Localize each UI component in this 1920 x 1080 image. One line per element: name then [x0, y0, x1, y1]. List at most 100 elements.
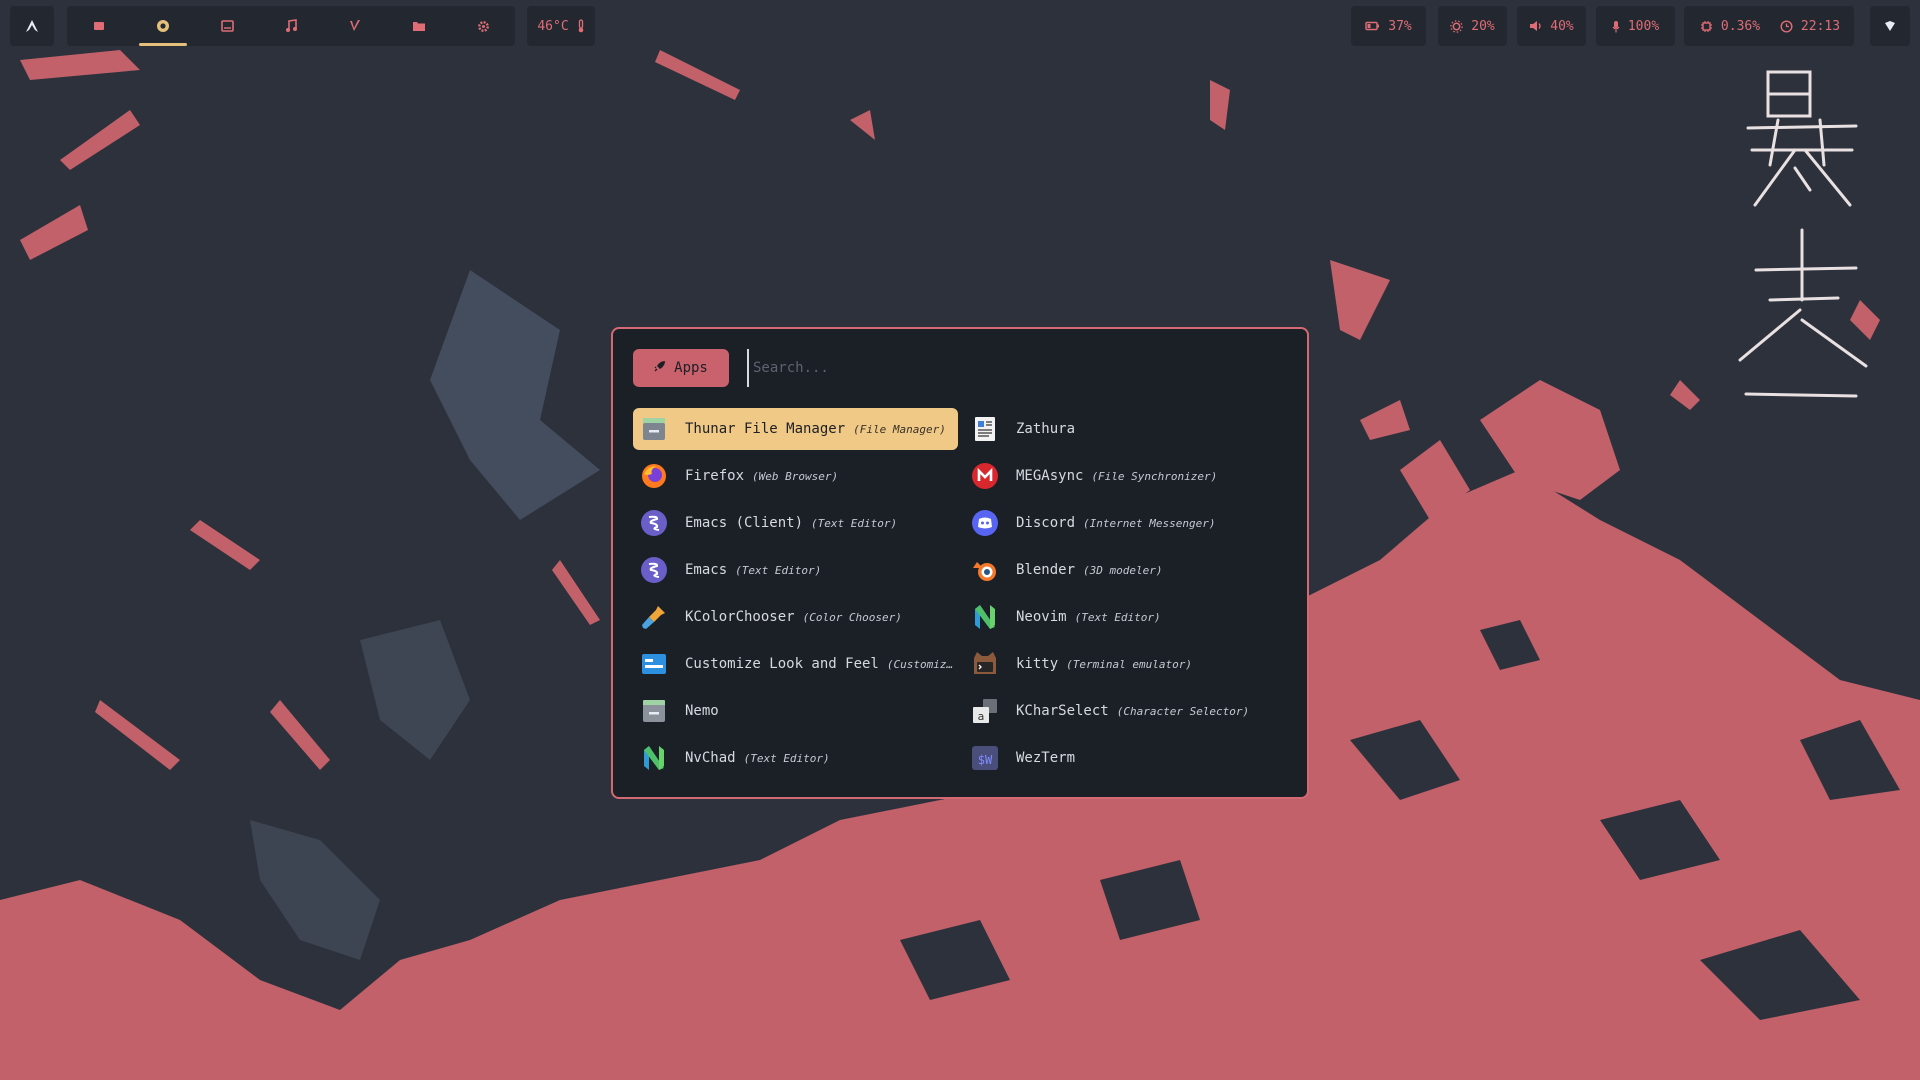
app-name: Firefox — [685, 468, 745, 484]
app-name: KColorChooser — [685, 609, 795, 625]
gear-icon — [477, 20, 490, 33]
cpu-icon — [1700, 20, 1713, 33]
window-icon — [220, 20, 234, 32]
app-item-customize-look-and-feel[interactable]: Customize Look and Feel (Customiz… — [633, 643, 958, 685]
battery-value: 37% — [1388, 18, 1412, 34]
app-name: Emacs (Client) — [685, 515, 804, 531]
folder-icon — [412, 20, 426, 32]
app-description: (3D modeler) — [1083, 563, 1163, 577]
app-description: (Customiz… — [886, 657, 954, 671]
cpu-indicator[interactable]: 0.36% — [1684, 6, 1776, 46]
clock-icon — [1780, 19, 1793, 33]
search-input[interactable] — [747, 349, 1287, 387]
music-icon — [285, 19, 297, 33]
app-description: (Text Editor) — [811, 516, 898, 530]
workspace-4[interactable] — [259, 6, 323, 46]
app-description: (Web Browser) — [752, 469, 839, 483]
app-item-kitty[interactable]: kitty (Terminal emulator) — [964, 643, 1289, 685]
workspace-7[interactable] — [451, 6, 515, 46]
app-grid: Thunar File Manager (File Manager) Zathu… — [633, 408, 1289, 779]
workspace-1[interactable] — [67, 6, 131, 46]
terminal-icon — [93, 21, 105, 31]
brightness-indicator[interactable]: 20% — [1438, 6, 1507, 46]
firefox-icon — [639, 461, 669, 491]
power-menu-button[interactable] — [1870, 6, 1910, 46]
blender-icon — [970, 555, 1000, 585]
workspace-5[interactable] — [323, 6, 387, 46]
char-select-icon: a — [970, 696, 1000, 726]
app-name: Customize Look and Feel — [685, 656, 879, 672]
battery-indicator[interactable]: 37% — [1351, 6, 1426, 46]
volume-indicator[interactable]: 40% — [1517, 6, 1586, 46]
neovim-icon — [970, 602, 1000, 632]
app-item-zathura[interactable]: Zathura — [964, 408, 1289, 450]
app-description: (File Synchronizer) — [1091, 469, 1218, 483]
app-item-discord[interactable]: Discord (Internet Messenger) — [964, 502, 1289, 544]
code-icon — [348, 19, 362, 33]
app-name: MEGAsync — [1016, 468, 1084, 484]
app-item-blender[interactable]: Blender (3D modeler) — [964, 549, 1289, 591]
microphone-indicator[interactable]: 100% — [1596, 6, 1675, 46]
shield-icon — [1884, 20, 1896, 32]
volume-value: 40% — [1550, 18, 1574, 34]
app-item-megasync[interactable]: MEGAsync (File Synchronizer) — [964, 455, 1289, 497]
apps-mode-button[interactable]: Apps — [633, 349, 729, 387]
svg-text:a: a — [978, 710, 985, 723]
arch-logo-icon — [25, 19, 39, 33]
app-item-thunar[interactable]: Thunar File Manager (File Manager) — [633, 408, 958, 450]
color-picker-icon — [639, 602, 669, 632]
app-description: (Character Selector) — [1116, 704, 1250, 718]
temperature-value: 46°C — [537, 18, 569, 34]
file-manager-icon — [639, 414, 669, 444]
app-name: Neovim — [1016, 609, 1067, 625]
launcher-button[interactable] — [10, 6, 54, 46]
emacs-icon — [639, 555, 669, 585]
app-description: (Text Editor) — [743, 751, 830, 765]
app-item-neovim[interactable]: Neovim (Text Editor) — [964, 596, 1289, 638]
app-description: (Internet Messenger) — [1083, 516, 1216, 530]
workspace-switcher — [67, 6, 515, 46]
brightness-icon — [1450, 19, 1463, 33]
top-bar: 46°C 37% 20% 40% 100% 0.36% 22:13 — [0, 0, 1920, 52]
chrome-icon — [156, 19, 170, 33]
app-item-emacs[interactable]: Emacs (Text Editor) — [633, 549, 958, 591]
app-item-kcolorchooser[interactable]: KColorChooser (Color Chooser) — [633, 596, 958, 638]
mega-icon — [970, 461, 1000, 491]
workspace-6[interactable] — [387, 6, 451, 46]
app-name: WezTerm — [1016, 750, 1076, 766]
app-name: Emacs — [685, 562, 728, 578]
battery-icon — [1365, 21, 1380, 31]
workspace-2[interactable] — [131, 6, 195, 46]
svg-text:$W: $W — [978, 753, 993, 767]
temperature-indicator: 46°C — [527, 6, 595, 46]
app-description: (Text Editor) — [735, 563, 822, 577]
brightness-value: 20% — [1471, 18, 1495, 34]
cpu-value: 0.36% — [1720, 18, 1761, 34]
app-item-wezterm[interactable]: $W WezTerm — [964, 737, 1289, 779]
app-item-nemo[interactable]: Nemo — [633, 690, 958, 732]
app-launcher: Apps Thunar File Manager (File Manager) … — [611, 327, 1309, 799]
clock-indicator[interactable]: 22:13 — [1766, 6, 1854, 46]
app-name: Blender — [1016, 562, 1076, 578]
microphone-icon — [1612, 20, 1620, 33]
app-description: (Text Editor) — [1074, 610, 1161, 624]
workspace-3[interactable] — [195, 6, 259, 46]
app-item-firefox[interactable]: Firefox (Web Browser) — [633, 455, 958, 497]
volume-icon — [1529, 20, 1542, 32]
app-item-emacs-client[interactable]: Emacs (Client) (Text Editor) — [633, 502, 958, 544]
discord-icon — [970, 508, 1000, 538]
app-description: (File Manager) — [853, 422, 946, 436]
app-description: (Color Chooser) — [802, 610, 902, 624]
neovim-icon — [639, 743, 669, 773]
app-item-nvchad[interactable]: NvChad (Text Editor) — [633, 737, 958, 779]
emacs-icon — [639, 508, 669, 538]
wezterm-icon: $W — [970, 743, 1000, 773]
document-viewer-icon — [970, 414, 1000, 444]
app-name: Discord — [1016, 515, 1076, 531]
apps-mode-label: Apps — [674, 360, 708, 376]
app-item-kcharselect[interactable]: a KCharSelect (Character Selector) — [964, 690, 1289, 732]
launcher-header: Apps — [633, 349, 1287, 387]
rocket-icon — [654, 360, 666, 376]
kitty-icon — [970, 649, 1000, 679]
settings-window-icon — [639, 649, 669, 679]
